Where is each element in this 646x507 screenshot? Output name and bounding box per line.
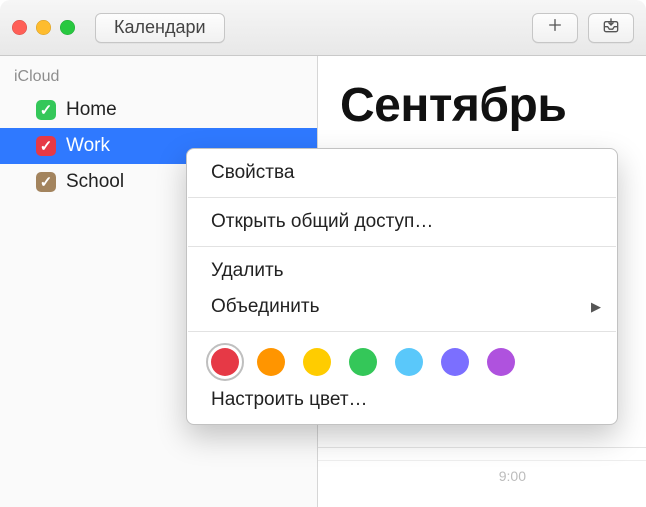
inbox-button[interactable]: [588, 13, 634, 43]
window-close-button[interactable]: [12, 20, 27, 35]
color-swatch[interactable]: [441, 348, 469, 376]
calendar-checkbox[interactable]: ✓: [36, 172, 56, 192]
menu-separator: [188, 331, 616, 332]
toolbar: Календари: [0, 0, 646, 56]
color-swatch[interactable]: [211, 348, 239, 376]
month-title: Сентябрь: [318, 56, 646, 133]
color-swatch[interactable]: [303, 348, 331, 376]
menu-item-share[interactable]: Открыть общий доступ…: [187, 204, 617, 240]
menu-separator: [188, 197, 616, 198]
menu-item-custom-color[interactable]: Настроить цвет…: [187, 382, 617, 418]
color-swatch[interactable]: [487, 348, 515, 376]
sidebar-item-home[interactable]: ✓ Home: [0, 92, 317, 128]
color-swatch[interactable]: [395, 348, 423, 376]
calendar-checkbox[interactable]: ✓: [36, 136, 56, 156]
context-menu: Свойства Открыть общий доступ… Удалить О…: [186, 148, 618, 425]
window-zoom-button[interactable]: [60, 20, 75, 35]
add-button[interactable]: [532, 13, 578, 43]
color-swatch[interactable]: [257, 348, 285, 376]
calendar-name-label: Home: [66, 99, 117, 121]
calendar-name-label: Work: [66, 135, 110, 157]
window-minimize-button[interactable]: [36, 20, 51, 35]
chevron-right-icon: ▶: [591, 299, 601, 315]
inbox-icon: [601, 15, 621, 41]
time-grid: 9:00: [318, 447, 646, 507]
plus-icon: [545, 15, 565, 41]
color-swatch-row: [187, 338, 617, 382]
color-swatch[interactable]: [349, 348, 377, 376]
sidebar-section-header: iCloud: [0, 64, 317, 92]
time-label: 9:00: [499, 468, 526, 484]
menu-item-properties[interactable]: Свойства: [187, 155, 617, 191]
menu-separator: [188, 246, 616, 247]
calendar-checkbox[interactable]: ✓: [36, 100, 56, 120]
calendars-button[interactable]: Календари: [95, 13, 225, 43]
traffic-lights: [12, 20, 75, 35]
menu-item-delete[interactable]: Удалить: [187, 253, 617, 289]
menu-item-merge[interactable]: Объединить ▶: [187, 289, 617, 325]
calendars-button-label: Календари: [114, 17, 206, 38]
calendar-name-label: School: [66, 171, 124, 193]
